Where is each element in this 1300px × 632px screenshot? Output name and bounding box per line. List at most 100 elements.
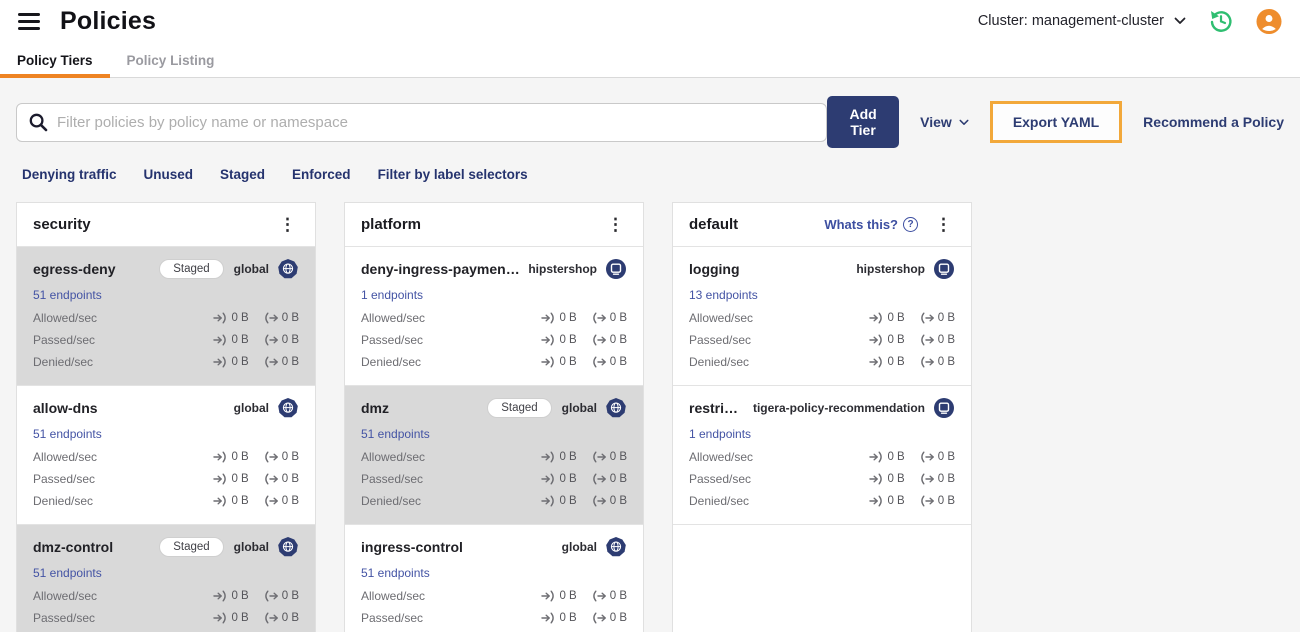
tier-column-default: default Whats this? ? ⋮ logging hipsters…	[672, 202, 972, 632]
policy-card[interactable]: allow-dns global 51 endpoints Allowed/se…	[17, 386, 315, 525]
stat-label: Passed/sec	[689, 472, 752, 486]
endpoints-link[interactable]: 51 endpoints	[33, 566, 102, 580]
search-icon	[29, 113, 48, 131]
stat-value: 0 B	[281, 356, 299, 368]
ingress-icon	[213, 311, 227, 325]
tier-menu-icon[interactable]: ⋮	[604, 214, 627, 235]
namespace-scope-icon	[933, 258, 955, 280]
policy-card[interactable]: dmz Staged global 51 endpoints Allowed/s…	[345, 386, 643, 525]
tier-menu-icon[interactable]: ⋮	[932, 214, 955, 235]
view-dropdown-label: View	[920, 114, 952, 130]
stat-value: 0 B	[609, 451, 627, 463]
egress-icon	[592, 472, 606, 486]
policy-card[interactable]: restricted tigera-policy-recommendation …	[673, 386, 971, 525]
view-dropdown[interactable]: View	[920, 114, 969, 130]
stat-value: 0 B	[281, 312, 299, 324]
policy-scope-label: hipstershop	[856, 262, 925, 276]
history-icon[interactable]	[1208, 8, 1234, 34]
stat-label: Denied/sec	[361, 355, 422, 369]
endpoints-link[interactable]: 1 endpoints	[361, 288, 423, 302]
policy-name: allow-dns	[33, 400, 98, 416]
ingress-icon	[869, 494, 883, 508]
stat-label: Allowed/sec	[33, 311, 98, 325]
endpoints-link[interactable]: 51 endpoints	[361, 566, 430, 580]
ingress-icon	[869, 355, 883, 369]
stat-value: 0 B	[887, 334, 905, 346]
quick-filters: Denying traffic Unused Staged Enforced F…	[0, 148, 1300, 182]
whats-this-link[interactable]: Whats this? ?	[824, 217, 918, 232]
global-scope-icon	[277, 397, 299, 419]
filter-staged[interactable]: Staged	[220, 167, 265, 182]
stat-value: 0 B	[559, 334, 577, 346]
stat-label: Passed/sec	[361, 472, 424, 486]
stat-label: Passed/sec	[33, 611, 96, 625]
stat-value: 0 B	[231, 451, 249, 463]
policy-name: logging	[689, 261, 740, 277]
stat-label: Denied/sec	[33, 355, 94, 369]
egress-icon	[264, 589, 278, 603]
policy-card[interactable]: ingress-control global 51 endpoints Allo…	[345, 525, 643, 632]
stat-value: 0 B	[937, 495, 955, 507]
ingress-icon	[213, 355, 227, 369]
endpoints-link[interactable]: 51 endpoints	[361, 427, 430, 441]
recommend-policy-button[interactable]: Recommend a Policy	[1143, 114, 1284, 130]
policy-card[interactable]: logging hipstershop 13 endpoints Allowed…	[673, 247, 971, 386]
add-tier-button[interactable]: Add Tier	[827, 96, 900, 148]
stat-value: 0 B	[231, 334, 249, 346]
endpoints-link[interactable]: 51 endpoints	[33, 427, 102, 441]
stat-value: 0 B	[937, 473, 955, 485]
export-yaml-highlight: Export YAML	[989, 101, 1123, 143]
ingress-icon	[541, 589, 555, 603]
egress-icon	[592, 333, 606, 347]
ingress-icon	[541, 450, 555, 464]
ingress-icon	[541, 311, 555, 325]
chevron-down-icon	[1174, 17, 1186, 24]
export-yaml-button[interactable]: Export YAML	[1013, 114, 1099, 130]
stat-label: Passed/sec	[33, 333, 96, 347]
egress-icon	[592, 311, 606, 325]
egress-icon	[592, 589, 606, 603]
ingress-icon	[213, 333, 227, 347]
question-circle-icon: ?	[903, 217, 918, 232]
policy-scope-label: hipstershop	[528, 262, 597, 276]
whats-this-label: Whats this?	[824, 217, 898, 232]
search-input[interactable]	[57, 113, 814, 131]
ingress-icon	[541, 494, 555, 508]
stat-value: 0 B	[559, 590, 577, 602]
tab-policy-listing[interactable]: Policy Listing	[110, 42, 232, 77]
global-scope-icon	[277, 536, 299, 558]
endpoints-link[interactable]: 1 endpoints	[689, 427, 751, 441]
ingress-icon	[869, 333, 883, 347]
page-title: Policies	[60, 6, 157, 35]
policy-card[interactable]: egress-deny Staged global 51 endpoints A…	[17, 247, 315, 386]
filter-unused[interactable]: Unused	[144, 167, 194, 182]
egress-icon	[264, 472, 278, 486]
endpoints-link[interactable]: 13 endpoints	[689, 288, 758, 302]
cluster-selector-label: Cluster: management-cluster	[977, 13, 1164, 29]
hamburger-menu-icon[interactable]	[18, 12, 40, 30]
policy-card[interactable]: dmz-control Staged global 51 endpoints A…	[17, 525, 315, 632]
stat-value: 0 B	[887, 451, 905, 463]
egress-icon	[920, 333, 934, 347]
stat-value: 0 B	[559, 451, 577, 463]
tier-name: security	[33, 216, 91, 233]
policy-scope-label: global	[233, 262, 269, 276]
stat-label: Passed/sec	[33, 472, 96, 486]
ingress-icon	[213, 472, 227, 486]
tier-menu-icon[interactable]: ⋮	[276, 214, 299, 235]
app-header: Policies Cluster: management-cluster	[0, 0, 1300, 42]
cluster-selector[interactable]: Cluster: management-cluster	[978, 13, 1186, 29]
egress-icon	[264, 311, 278, 325]
filter-denying-traffic[interactable]: Denying traffic	[22, 167, 117, 182]
filter-by-label-selectors[interactable]: Filter by label selectors	[378, 167, 528, 182]
ingress-icon	[869, 450, 883, 464]
filter-enforced[interactable]: Enforced	[292, 167, 351, 182]
endpoints-link[interactable]: 51 endpoints	[33, 288, 102, 302]
tab-policy-tiers[interactable]: Policy Tiers	[0, 42, 110, 78]
stat-value: 0 B	[281, 590, 299, 602]
chevron-down-icon	[959, 119, 969, 125]
global-scope-icon	[605, 397, 627, 419]
policy-card[interactable]: deny-ingress-paymentservi… hipstershop 1…	[345, 247, 643, 386]
policy-search[interactable]	[16, 102, 827, 142]
user-avatar[interactable]	[1256, 8, 1282, 34]
